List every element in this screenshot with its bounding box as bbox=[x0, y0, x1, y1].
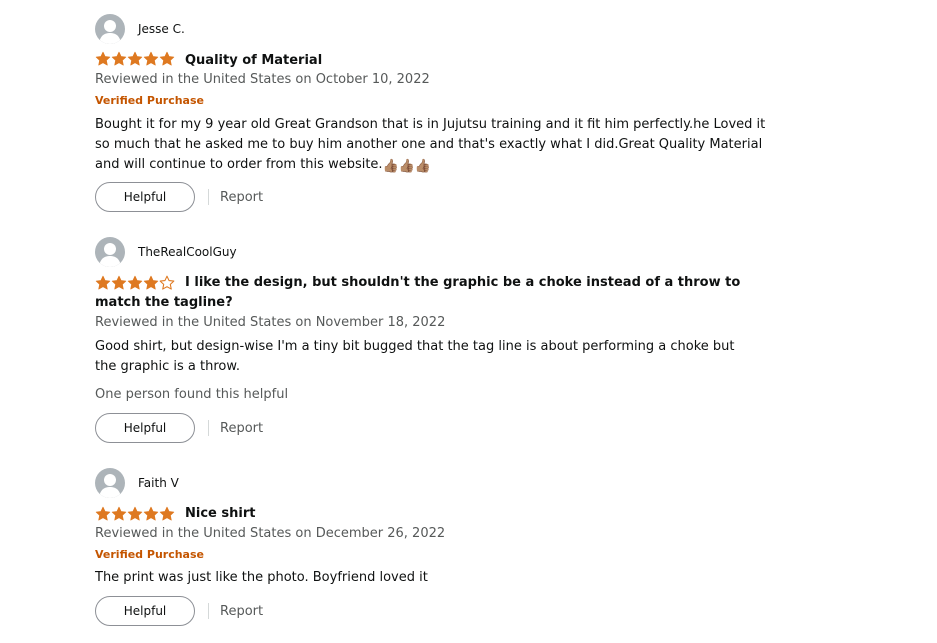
review-date: Reviewed in the United States on Decembe… bbox=[95, 526, 446, 541]
helpful-button[interactable]: Helpful bbox=[95, 596, 195, 626]
report-link[interactable]: Report bbox=[220, 604, 263, 619]
reviewer-name[interactable]: Faith V bbox=[138, 476, 179, 490]
user-silhouette-icon bbox=[99, 20, 121, 44]
action-divider bbox=[208, 420, 209, 436]
star-filled-icon bbox=[159, 506, 175, 521]
star-filled-icon bbox=[127, 506, 143, 521]
reviewer-profile[interactable]: Faith V bbox=[95, 467, 179, 499]
review-body: Bought it for my 9 year old Great Grands… bbox=[95, 115, 775, 177]
reviewer-name[interactable]: TheRealCoolGuy bbox=[138, 245, 237, 259]
review-title[interactable]: I like the design, but shouldn't the gra… bbox=[95, 273, 765, 313]
helpful-button[interactable]: Helpful bbox=[95, 182, 195, 212]
review-date: Reviewed in the United States on Novembe… bbox=[95, 315, 446, 330]
review-card: TheRealCoolGuy I like the design, but sh… bbox=[95, 236, 795, 446]
star-filled-icon bbox=[127, 51, 143, 66]
verified-purchase-badge: Verified Purchase bbox=[95, 94, 204, 107]
avatar bbox=[95, 14, 125, 44]
star-filled-icon bbox=[111, 506, 127, 521]
star-filled-icon bbox=[95, 506, 111, 521]
reviewer-name[interactable]: Jesse C. bbox=[138, 22, 185, 36]
review-body-text: The print was just like the photo. Boyfr… bbox=[95, 570, 428, 585]
reviewer-profile[interactable]: Jesse C. bbox=[95, 13, 185, 45]
action-divider bbox=[208, 189, 209, 205]
review-actions: Helpful Report bbox=[95, 413, 263, 443]
star-filled-icon bbox=[143, 51, 159, 66]
helpful-button[interactable]: Helpful bbox=[95, 413, 195, 443]
review-actions: Helpful Report bbox=[95, 182, 263, 212]
user-silhouette-icon bbox=[99, 243, 121, 267]
user-silhouette-icon bbox=[99, 474, 121, 498]
star-rating[interactable] bbox=[95, 506, 175, 522]
star-filled-icon bbox=[159, 51, 175, 66]
star-filled-icon bbox=[143, 506, 159, 521]
reviews-list: Jesse C. Quality of Material Reviewed in… bbox=[0, 0, 937, 643]
review-title[interactable]: Nice shirt bbox=[185, 504, 775, 524]
report-link[interactable]: Report bbox=[220, 421, 263, 436]
review-date: Reviewed in the United States on October… bbox=[95, 72, 430, 87]
review-card: Jesse C. Quality of Material Reviewed in… bbox=[95, 13, 795, 213]
star-filled-icon bbox=[111, 51, 127, 66]
action-divider bbox=[208, 603, 209, 619]
helpful-count: One person found this helpful bbox=[95, 387, 289, 402]
thumbs-up-emoji: 👍🏽👍🏽👍🏽 bbox=[382, 159, 432, 174]
avatar bbox=[95, 468, 125, 498]
reviewer-profile[interactable]: TheRealCoolGuy bbox=[95, 236, 237, 268]
star-filled-icon bbox=[95, 51, 111, 66]
review-body: Good shirt, but design-wise I'm a tiny b… bbox=[95, 337, 755, 377]
review-title[interactable]: Quality of Material bbox=[185, 51, 775, 71]
verified-purchase-badge: Verified Purchase bbox=[95, 548, 204, 561]
review-card: Faith V Nice shirt Reviewed in the Unite… bbox=[95, 467, 795, 637]
review-body-text: Good shirt, but design-wise I'm a tiny b… bbox=[95, 339, 735, 374]
star-rating[interactable] bbox=[95, 51, 175, 67]
report-link[interactable]: Report bbox=[220, 190, 263, 205]
review-body: The print was just like the photo. Boyfr… bbox=[95, 568, 775, 588]
avatar bbox=[95, 237, 125, 267]
review-actions: Helpful Report bbox=[95, 596, 263, 626]
